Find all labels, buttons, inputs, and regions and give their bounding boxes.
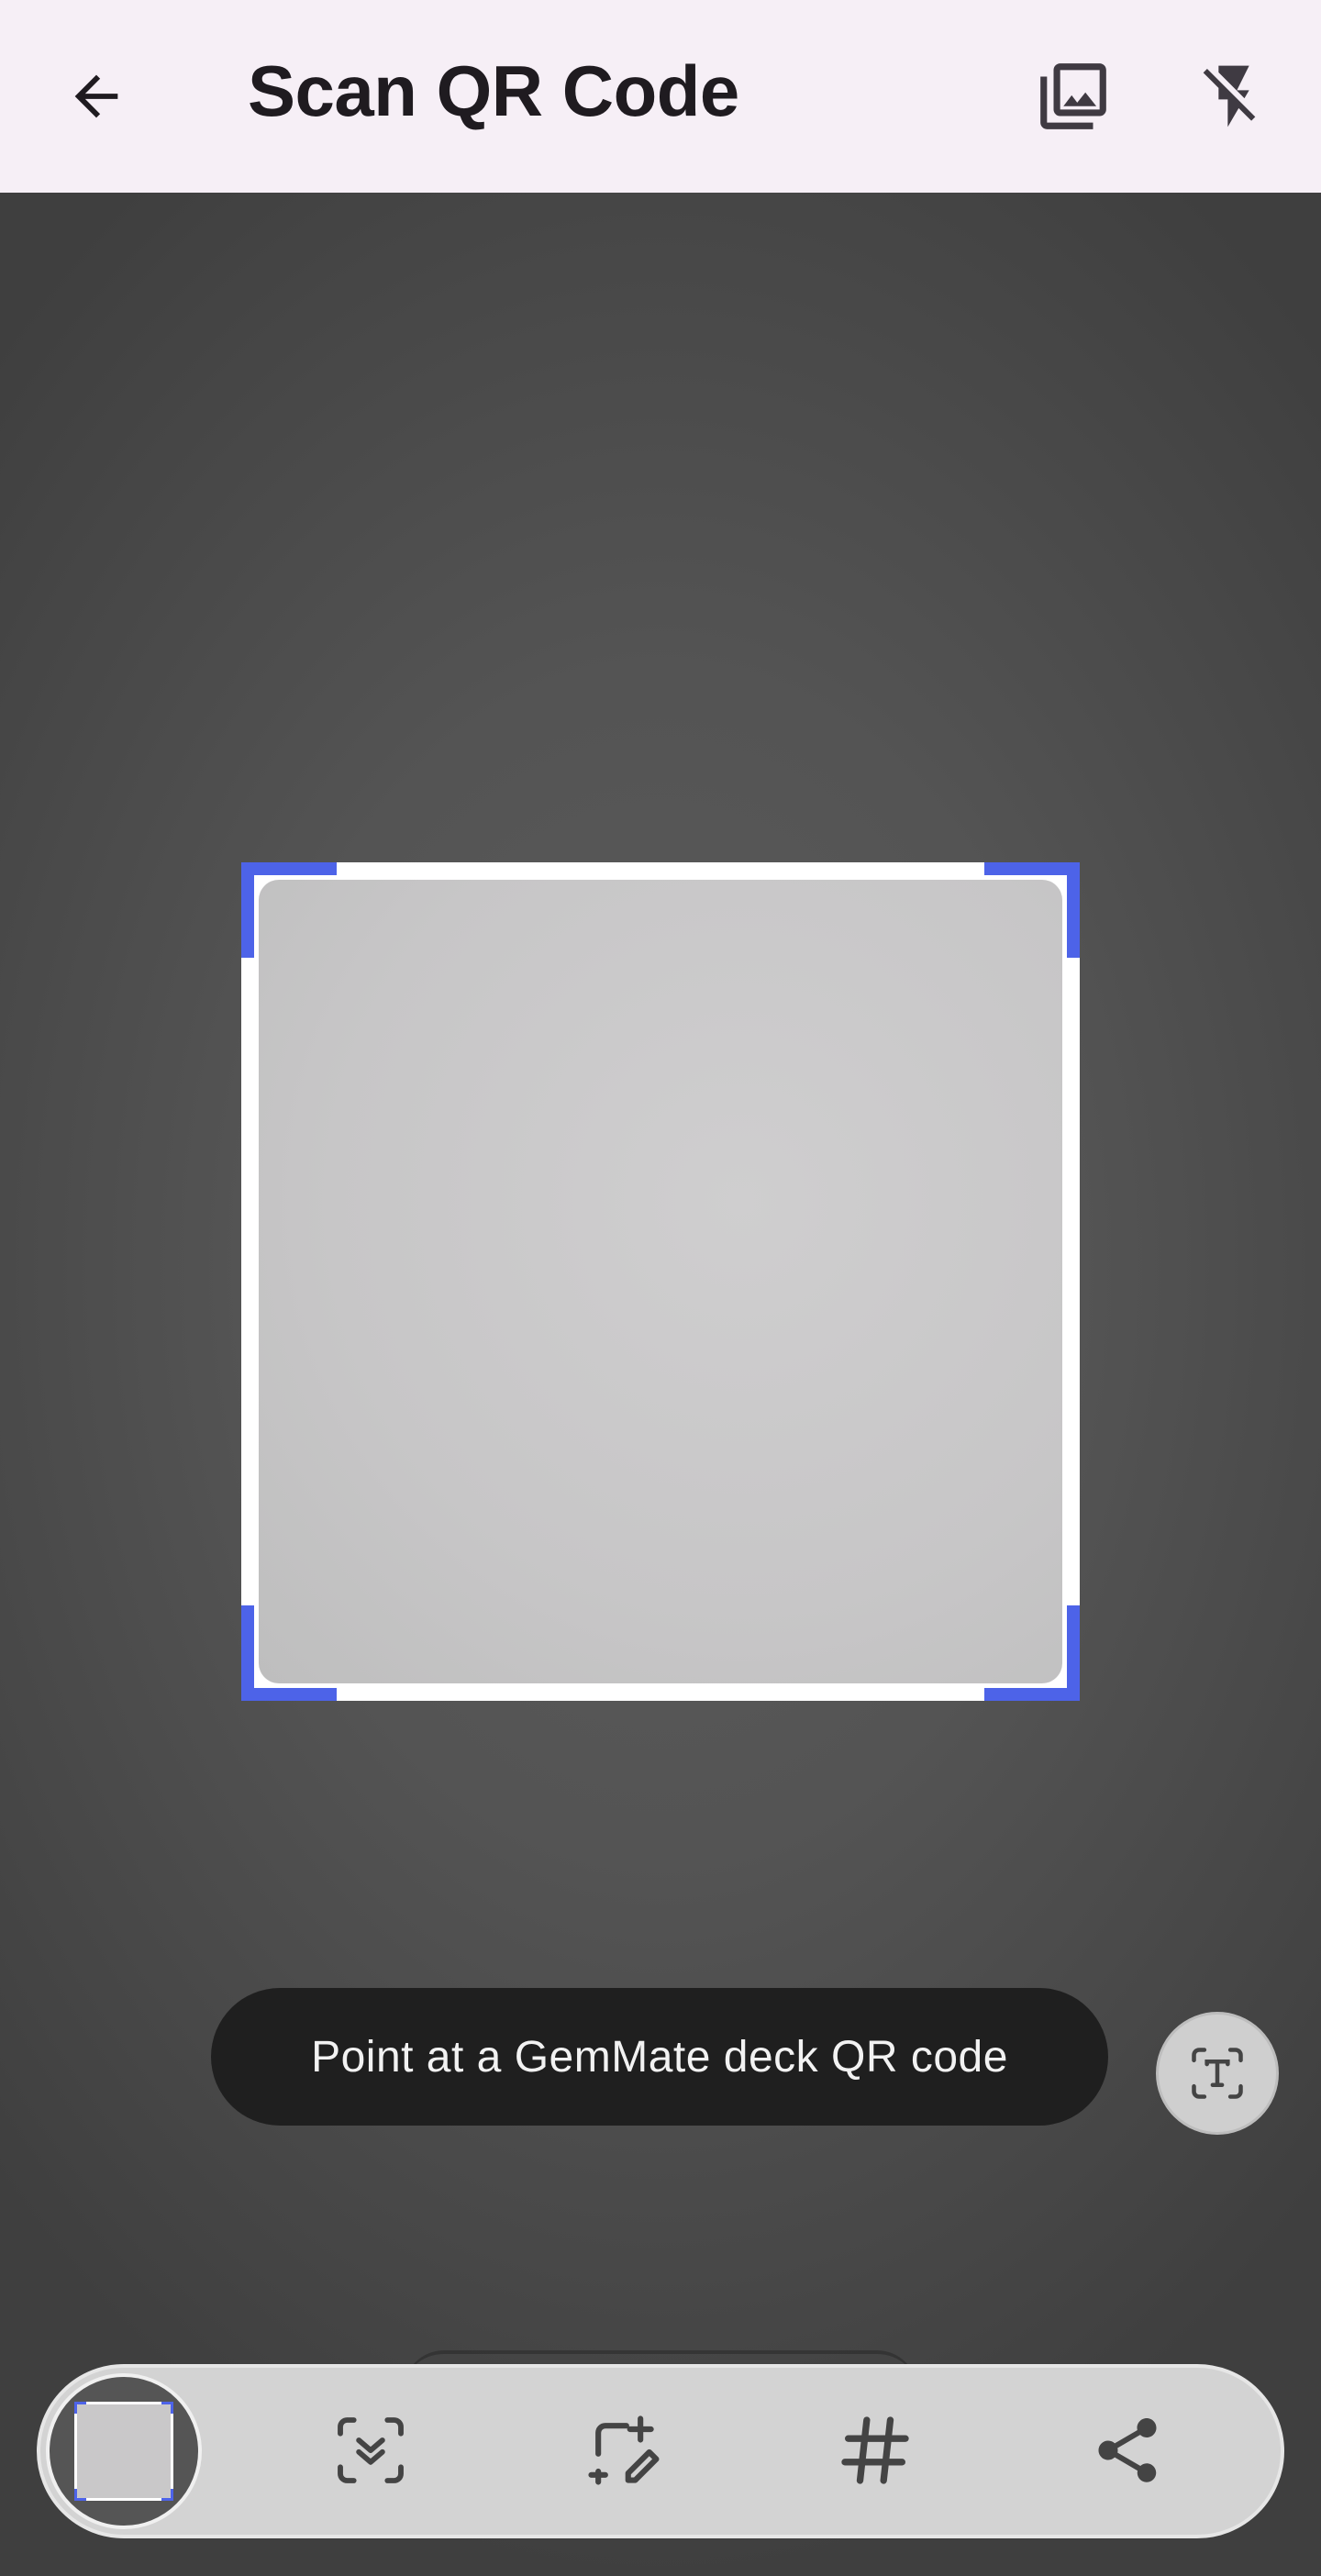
scan-corner-bottom-left [241,1605,337,1701]
scan-corner-bottom-right [984,1605,1080,1701]
share-icon [1098,2418,1157,2482]
thumbnail-preview [74,2402,173,2501]
arrow-back-icon [74,74,118,118]
scan-area [259,880,1062,1683]
camera-preview [0,193,1321,2576]
share-button[interactable] [1077,2400,1178,2501]
photo-library-icon [1040,63,1106,129]
app-bar: Scan QR Code [0,0,1321,193]
captured-image-thumbnail[interactable] [46,2373,202,2529]
scan-hint: Point at a GemMate deck QR code [211,1988,1108,2126]
text-scan-icon [1192,2048,1243,2099]
add-edit-icon [588,2415,660,2485]
document-scan-button[interactable] [320,2400,421,2501]
scan-corner-top-left [241,862,337,958]
scan-frame [241,862,1080,1701]
add-edit-button[interactable] [572,2400,673,2501]
gallery-button[interactable] [1027,50,1119,142]
bottom-toolbar [37,2364,1284,2538]
hashtag-button[interactable] [825,2400,926,2501]
flash-off-icon [1203,65,1256,128]
flash-toggle-button[interactable] [1188,50,1280,142]
text-scan-button[interactable] [1156,2012,1279,2135]
scan-corner-top-right [984,862,1080,958]
scan-hint-text: Point at a GemMate deck QR code [311,2032,1008,2082]
document-scan-icon [338,2417,404,2483]
hashtag-icon [841,2416,909,2484]
back-button[interactable] [50,50,142,142]
page-title: Scan QR Code [248,50,739,131]
